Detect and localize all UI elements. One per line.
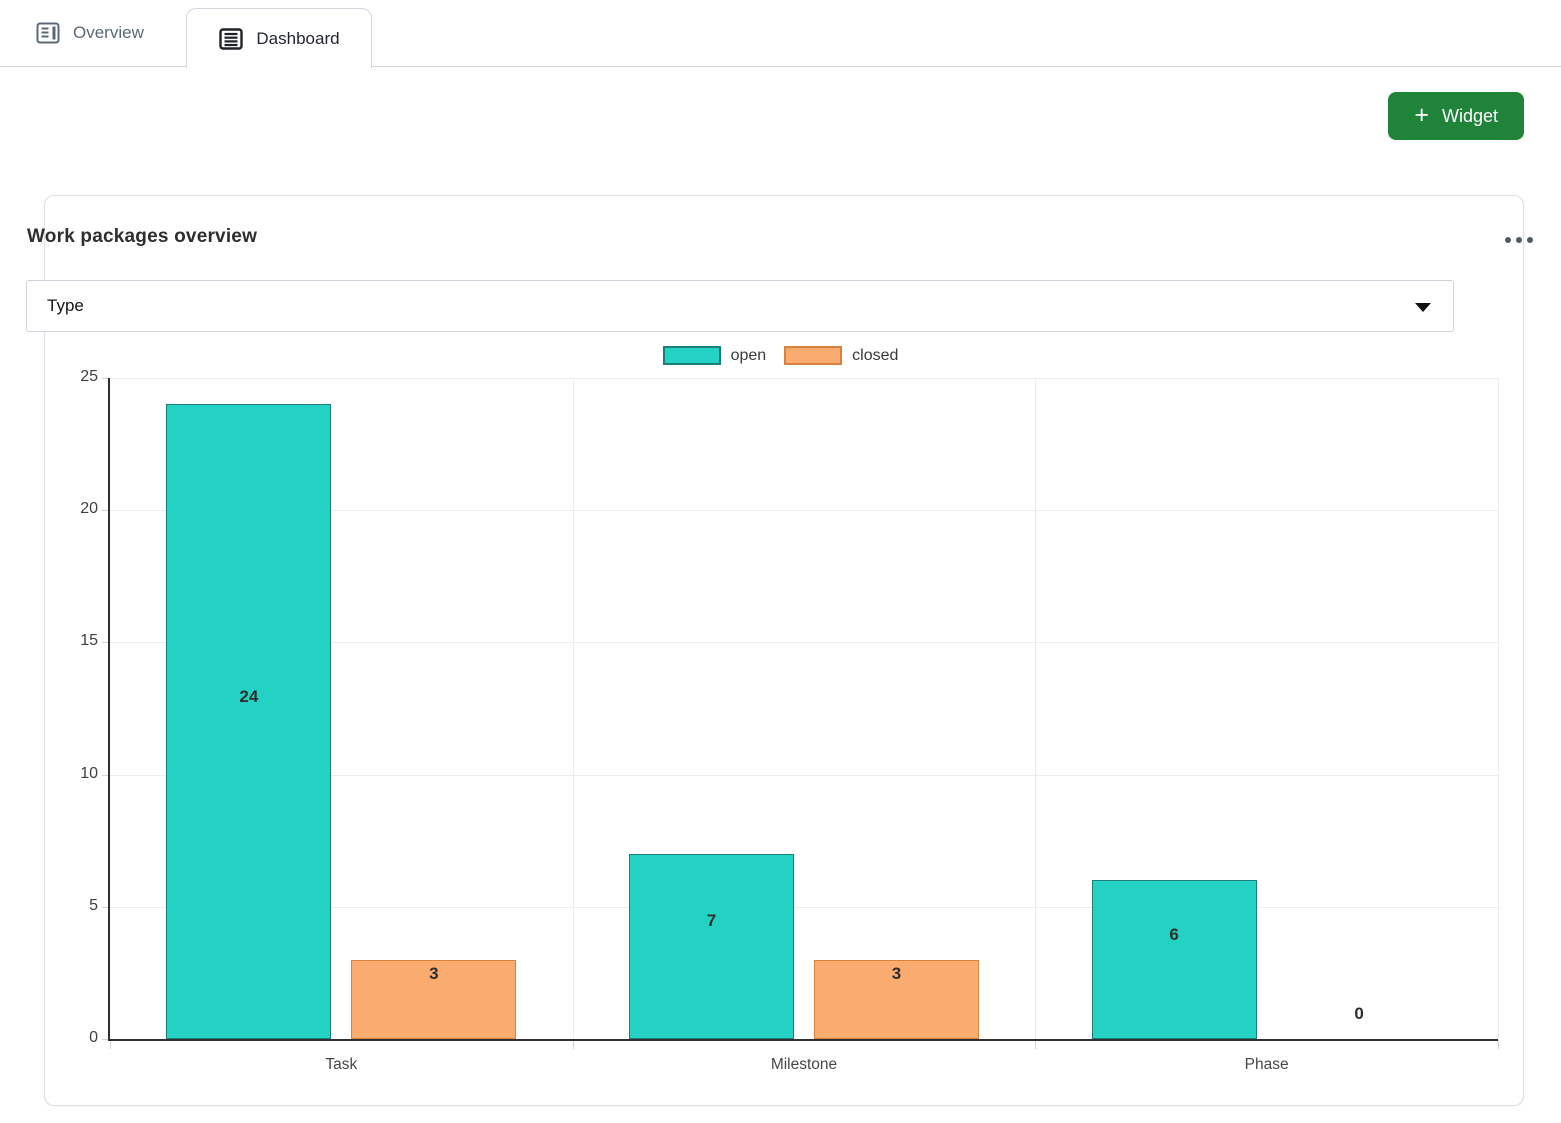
add-widget-label: Widget bbox=[1442, 106, 1498, 127]
overview-icon bbox=[35, 20, 61, 46]
ellipsis-icon bbox=[1516, 237, 1522, 243]
legend-item-open[interactable]: open bbox=[663, 346, 767, 365]
tab-dashboard-label: Dashboard bbox=[256, 29, 339, 49]
legend-label: closed bbox=[852, 347, 898, 365]
legend-item-closed[interactable]: closed bbox=[784, 346, 898, 365]
group-by-select-value: Type bbox=[47, 296, 84, 316]
ellipsis-icon bbox=[1505, 237, 1511, 243]
tab-dashboard[interactable]: Dashboard bbox=[186, 8, 372, 68]
dashboard-icon bbox=[218, 26, 244, 52]
tab-bar: Overview Dashboard bbox=[0, 0, 1561, 67]
add-widget-button[interactable]: + Widget bbox=[1388, 92, 1524, 140]
legend-label: open bbox=[731, 347, 767, 365]
chevron-down-icon bbox=[1415, 303, 1431, 312]
legend-swatch-open bbox=[663, 346, 721, 365]
tab-overview[interactable]: Overview bbox=[35, 0, 144, 66]
widget-menu-button[interactable] bbox=[1501, 228, 1537, 252]
group-by-select[interactable]: Type bbox=[26, 280, 1454, 332]
widget-title: Work packages overview bbox=[27, 226, 257, 248]
legend-swatch-closed bbox=[784, 346, 842, 365]
ellipsis-icon bbox=[1527, 237, 1533, 243]
tab-overview-label: Overview bbox=[73, 23, 144, 43]
plus-icon: + bbox=[1414, 103, 1429, 128]
chart-legend: open closed bbox=[0, 346, 1561, 365]
